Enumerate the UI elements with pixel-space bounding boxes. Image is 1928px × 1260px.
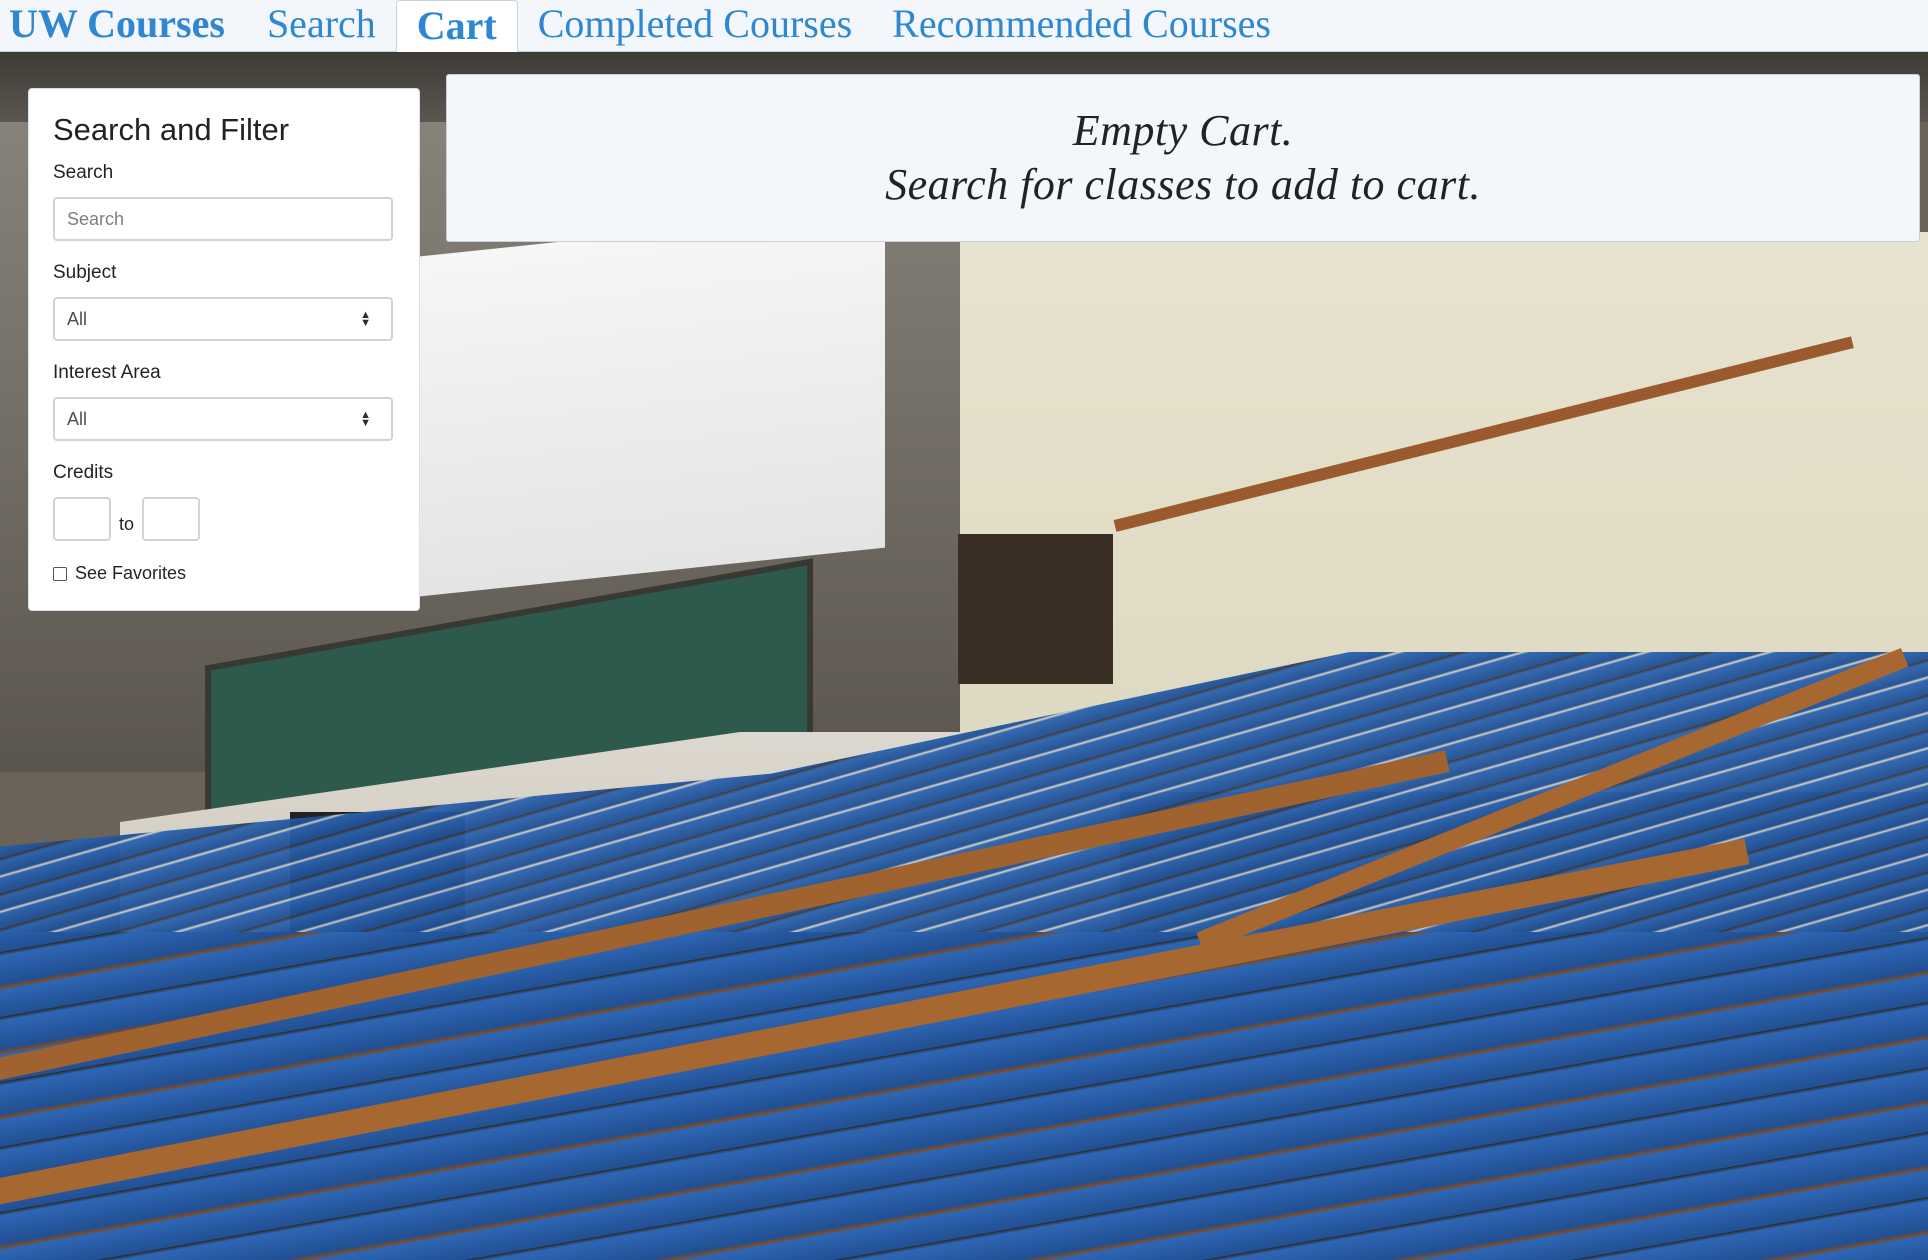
favorites-label: See Favorites (75, 563, 187, 583)
tab-completed-courses[interactable]: Completed Courses (518, 0, 872, 51)
search-label: Search (53, 162, 114, 183)
brand-link[interactable]: UW Courses (0, 0, 247, 51)
interest-area-select[interactable]: All ▲ ▼ (53, 397, 393, 441)
favorites-checkbox[interactable] (53, 566, 67, 581)
credits-to-label: to (119, 513, 135, 534)
select-arrows-icon: ▲ ▼ (360, 409, 371, 429)
projection-screen (420, 207, 885, 597)
empty-cart-title: Empty Cart. (1072, 106, 1294, 155)
top-nav: UW Courses Search Cart Completed Courses… (0, 0, 1928, 52)
credits-min-input[interactable] (53, 497, 111, 541)
credits-max-input[interactable] (142, 497, 201, 541)
interest-area-value: All (67, 408, 88, 429)
select-arrows-icon: ▲ ▼ (360, 309, 371, 329)
tab-search[interactable]: Search (247, 0, 396, 51)
subject-label: Subject (53, 262, 117, 283)
see-favorites-toggle[interactable]: See Favorites (53, 563, 395, 584)
tab-recommended-courses[interactable]: Recommended Courses (872, 0, 1291, 51)
empty-cart-hint: Search for classes to add to cart. (885, 160, 1481, 209)
search-filter-panel: Search and Filter Search Search Subject … (28, 88, 420, 611)
seating-rows-front (0, 932, 1928, 1260)
subject-select[interactable]: All ▲ ▼ (53, 297, 393, 341)
doors (958, 534, 1113, 684)
credits-label: Credits (53, 462, 114, 483)
tab-cart[interactable]: Cart (395, 0, 518, 52)
empty-cart-message: Empty Cart. Search for classes to add to… (446, 74, 1920, 242)
interest-area-label: Interest Area (53, 362, 161, 383)
panel-title: Search and Filter (53, 112, 290, 147)
subject-value: All (67, 308, 88, 329)
search-input[interactable]: Search (53, 197, 393, 241)
credits-range: to (53, 497, 395, 541)
